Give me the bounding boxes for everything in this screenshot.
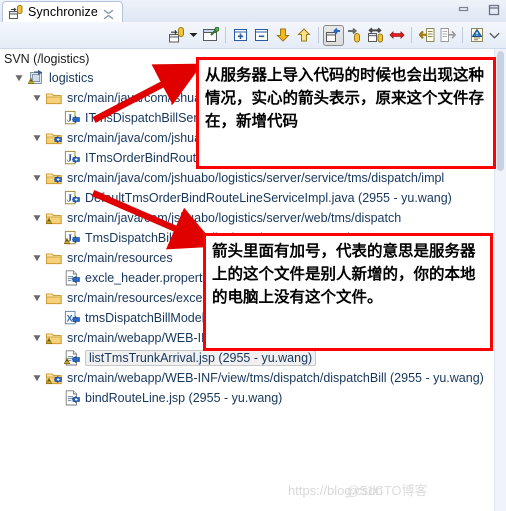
view-tab-bar: Synchronize [0, 0, 506, 22]
incoming-outgoing-mode-button[interactable] [365, 25, 386, 46]
chevron-expanded-icon[interactable] [32, 333, 43, 344]
project-folder-conflict-icon [27, 70, 44, 86]
chevron-expanded-icon[interactable] [32, 173, 43, 184]
tab-title: Synchronize [28, 5, 98, 19]
separator-2 [318, 27, 319, 43]
close-tab-icon[interactable] [103, 7, 114, 19]
outgoing-mode-button[interactable] [344, 25, 365, 46]
window-controls [457, 3, 500, 16]
java-file-incoming-add-icon: J [64, 150, 80, 166]
vertical-scrollbar-thumb[interactable] [497, 51, 504, 171]
incoming-mode-button[interactable] [323, 24, 344, 46]
tree-row-label: src/main/java/com/jshuabo/logistics/serv… [67, 171, 445, 185]
annotation-callout-solid-arrow-text: 从服务器上导入代码的时候也会出现这种情况，实心的箭头表示，原来这个文件存在，新增… [205, 66, 485, 130]
synchronize-view: Synchronize SVN (/logistics) logistics J… [0, 0, 506, 511]
annotation-callout-plus-arrow-text: 箭头里面有加号，代表的意思是服务器上的这个文件是别人新增的，你的本地的电脑上没有… [212, 242, 476, 306]
show-annotations-button[interactable] [467, 25, 488, 46]
tree-row-label: logistics [49, 71, 94, 85]
commit-button[interactable] [437, 25, 458, 46]
chevron-expanded-icon[interactable] [32, 293, 43, 304]
folder-outgoing-icon [46, 90, 62, 106]
tree-row-label: listTmsTrunkArrival.jsp (2955 - yu.wang) [85, 350, 317, 366]
java-file-conflict-incoming-icon: J [63, 230, 80, 246]
svg-text:J: J [67, 193, 72, 204]
chevron-down-icon [189, 33, 198, 37]
next-change-button[interactable] [272, 25, 293, 46]
tree-row-label: src/main/resources/excel [67, 291, 206, 305]
maximize-icon[interactable] [487, 3, 500, 16]
view-menu-icon [489, 32, 500, 39]
tree-row-file-defaulttmsorderbindroutelineserviceimpl[interactable]: J DefaultTmsOrderBindRouteLineServiceImpl… [0, 188, 495, 208]
annotation-callout-plus-arrow: 箭头里面有加号，代表的意思是服务器上的这个文件是别人新增的，你的本地的电脑上没有… [203, 233, 493, 351]
synchronize-icon [9, 5, 23, 19]
folder-conflict-icon [45, 330, 62, 346]
tree-row-label: src/main/java/com/jshuabo/logistics/serv… [67, 211, 402, 225]
tree-row-label: DefaultTmsOrderBindRouteLineServiceImpl.… [85, 191, 452, 205]
expand-all-button[interactable] [230, 25, 251, 46]
svg-text:J: J [67, 153, 72, 164]
jsp-file-conflict-incoming-icon [63, 350, 80, 366]
open-in-compare-editor-button[interactable] [200, 25, 221, 46]
java-file-incoming-icon: J [64, 110, 80, 126]
chevron-expanded-icon[interactable] [32, 213, 43, 224]
properties-file-incoming-icon [64, 270, 80, 286]
tree-row-folder-webapp-dispatchbill[interactable]: src/main/webapp/WEB-INF/view/tms/dispatc… [0, 368, 495, 388]
folder-conflict-icon [45, 210, 62, 226]
annotation-callout-solid-arrow: 从服务器上导入代码的时候也会出现这种情况，实心的箭头表示，原来这个文件存在，新增… [196, 57, 496, 169]
svg-text:X: X [67, 313, 73, 323]
folder-conflict-incoming-icon [45, 370, 62, 386]
chevron-expanded-icon[interactable] [32, 133, 43, 144]
chevron-expanded-icon[interactable] [32, 93, 43, 104]
tree-row-file-bindrouteline[interactable]: bindRouteLine.jsp (2955 - yu.wang) [0, 388, 495, 408]
synchronize-mode-button[interactable] [166, 25, 187, 46]
watermark: https://blog.csdn@51CTO博客 [288, 480, 428, 499]
excel-file-incoming-icon: X [64, 310, 80, 326]
tree-row-label: src/main/resources [67, 251, 173, 265]
tree-row-label: bindRouteLine.jsp (2955 - yu.wang) [85, 391, 283, 405]
previous-change-button[interactable] [293, 25, 314, 46]
tab-synchronize[interactable]: Synchronize [2, 1, 123, 22]
tree-row-label: src/main/webapp/WEB-INF/view/tms/dispatc… [67, 371, 484, 385]
chevron-expanded-icon[interactable] [32, 373, 43, 384]
folder-outgoing-icon [46, 250, 62, 266]
minimize-icon[interactable] [457, 3, 470, 16]
folder-incoming-add-icon [46, 170, 62, 186]
synchronize-toolbar [0, 22, 506, 49]
folder-outgoing-icon [46, 290, 62, 306]
separator-4 [462, 27, 463, 43]
folder-incoming-add-icon [46, 130, 62, 146]
tree-row-file-listtmstrunkarrival[interactable]: listTmsTrunkArrival.jsp (2955 - yu.wang) [0, 348, 495, 368]
chevron-expanded-icon[interactable] [14, 73, 25, 84]
update-button[interactable] [416, 25, 437, 46]
conflicts-mode-button[interactable] [386, 25, 407, 46]
view-menu-button[interactable] [488, 25, 501, 46]
collapse-all-button[interactable] [251, 25, 272, 46]
tree-row-folder-web-tms-dispatch[interactable]: src/main/java/com/jshuabo/logistics/serv… [0, 208, 495, 228]
watermark-brand: @51CTO博客 [346, 483, 428, 498]
synchronize-dropdown-button[interactable] [187, 25, 200, 46]
separator-3 [411, 27, 412, 43]
jsp-file-incoming-add-icon [64, 390, 80, 406]
chevron-expanded-icon[interactable] [32, 253, 43, 264]
svg-text:J: J [67, 113, 72, 124]
tree-row-folder-service-tms-dispatch-impl[interactable]: src/main/java/com/jshuabo/logistics/serv… [0, 168, 495, 188]
separator-1 [225, 27, 226, 43]
java-file-incoming-add-icon: J [64, 190, 80, 206]
